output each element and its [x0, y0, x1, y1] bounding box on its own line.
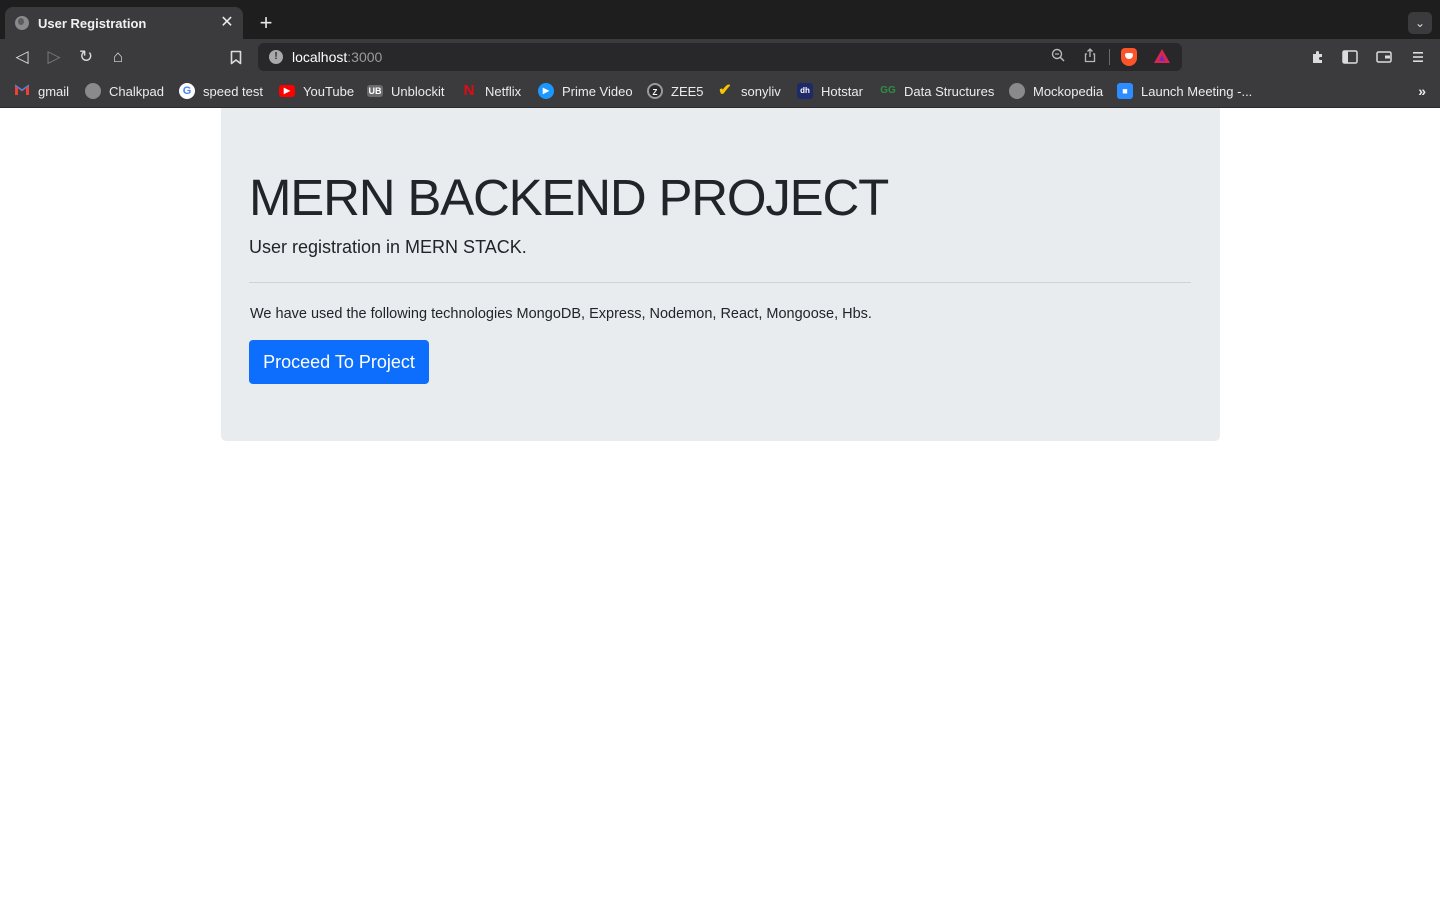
browser-tab[interactable]: User Registration ✕: [5, 7, 243, 39]
back-icon[interactable]: ◁: [11, 46, 33, 68]
bookmark-zee5[interactable]: Z ZEE5: [647, 83, 704, 99]
brave-rewards-icon[interactable]: [1154, 49, 1170, 63]
bookmark-label: speed test: [203, 83, 263, 99]
url-host: localhost: [292, 49, 348, 65]
browser-tabstrip: User Registration ✕ + ⌄: [0, 0, 1440, 39]
bookmark-hotstar[interactable]: dh Hotstar: [797, 83, 863, 99]
home-icon[interactable]: ⌂: [107, 46, 129, 68]
address-bar[interactable]: ! localhost:3000: [258, 43, 1182, 71]
bookmark-netflix[interactable]: N Netflix: [461, 82, 522, 99]
prime-video-icon: ▶: [538, 83, 554, 99]
zoom-icon[interactable]: [1049, 48, 1067, 66]
tab-title: User Registration: [38, 15, 147, 31]
new-tab-button[interactable]: +: [254, 11, 278, 35]
menu-icon[interactable]: [1407, 46, 1429, 68]
bookmark-label: Unblockit: [391, 83, 445, 99]
google-icon: G: [179, 83, 195, 99]
unblockit-icon: UB: [367, 85, 383, 97]
hotstar-icon: dh: [797, 83, 813, 99]
zoom-icon: ■: [1117, 83, 1133, 99]
netflix-icon: N: [463, 82, 475, 99]
forward-icon[interactable]: ▷: [43, 46, 65, 68]
bookmarks-overflow-icon[interactable]: »: [1418, 83, 1426, 99]
page-subtitle: User registration in MERN STACK.: [249, 237, 527, 257]
bookmark-youtube[interactable]: ▶ YouTube: [279, 83, 354, 99]
bookmark-label: Chalkpad: [109, 83, 164, 99]
bookmark-label: YouTube: [303, 83, 355, 99]
bookmark-prime-video[interactable]: ▶ Prime Video: [538, 83, 633, 99]
bookmark-sonyliv[interactable]: ✔ sonyliv: [717, 82, 781, 99]
sonyliv-icon: ✔: [718, 82, 732, 99]
bookmark-unblockit[interactable]: UB Unblockit: [367, 83, 444, 99]
page-title: MERN BACKEND PROJECT: [249, 169, 889, 226]
zee5-icon: Z: [647, 83, 663, 99]
bookmark-label: Hotstar: [821, 83, 863, 99]
divider: [249, 282, 1191, 283]
gmail-icon: [14, 83, 30, 99]
sidebar-icon[interactable]: [1339, 46, 1361, 68]
bookmark-label: ZEE5: [671, 83, 704, 99]
bookmark-data-structures[interactable]: GG Data Structures: [880, 83, 994, 99]
proceed-to-project-button[interactable]: Proceed To Project: [249, 340, 429, 384]
geeksforgeeks-icon: GG: [880, 85, 896, 96]
jumbotron: MERN BACKEND PROJECT User registration i…: [221, 108, 1220, 441]
bookmark-speed-test[interactable]: G speed test: [179, 83, 263, 99]
bookmark-label: Launch Meeting -...: [1141, 83, 1253, 99]
bookmark-label: Mockopedia: [1033, 83, 1104, 99]
bookmarks-bar: gmail Chalkpad G speed test ▶ YouTube UB…: [0, 75, 1440, 108]
browser-toolbar: ◁ ▷ ↻ ⌂ ! localhost:3000: [0, 39, 1440, 75]
bookmark-launch-meeting[interactable]: ■ Launch Meeting -...: [1117, 83, 1252, 99]
bookmark-label: Data Structures: [904, 83, 995, 99]
bookmark-icon[interactable]: [225, 46, 247, 68]
bookmark-label: gmail: [38, 83, 70, 99]
url-port: :3000: [347, 49, 383, 65]
bookmark-gmail[interactable]: gmail: [14, 83, 69, 99]
globe-icon: [15, 16, 29, 30]
globe-icon: [85, 83, 101, 99]
bookmark-label: Netflix: [485, 83, 522, 99]
chevron-down-icon[interactable]: ⌄: [1408, 12, 1432, 34]
extensions-icon[interactable]: [1307, 46, 1329, 68]
url-text[interactable]: localhost:3000: [292, 49, 382, 65]
bookmark-chalkpad[interactable]: Chalkpad: [85, 83, 164, 99]
page-description: We have used the following technologies …: [250, 306, 872, 322]
globe-icon: [1009, 83, 1025, 99]
wallet-icon[interactable]: [1373, 46, 1395, 68]
youtube-icon: ▶: [279, 85, 295, 97]
brave-shields-icon[interactable]: [1121, 48, 1137, 66]
close-icon[interactable]: ✕: [219, 15, 235, 31]
reload-icon[interactable]: ↻: [75, 46, 97, 68]
bookmark-mockopedia[interactable]: Mockopedia: [1009, 83, 1103, 99]
share-icon[interactable]: [1081, 48, 1099, 66]
bookmark-label: sonyliv: [741, 83, 781, 99]
info-icon[interactable]: !: [269, 50, 283, 64]
omnibox-divider: [1109, 49, 1110, 65]
bookmark-label: Prime Video: [562, 83, 633, 99]
